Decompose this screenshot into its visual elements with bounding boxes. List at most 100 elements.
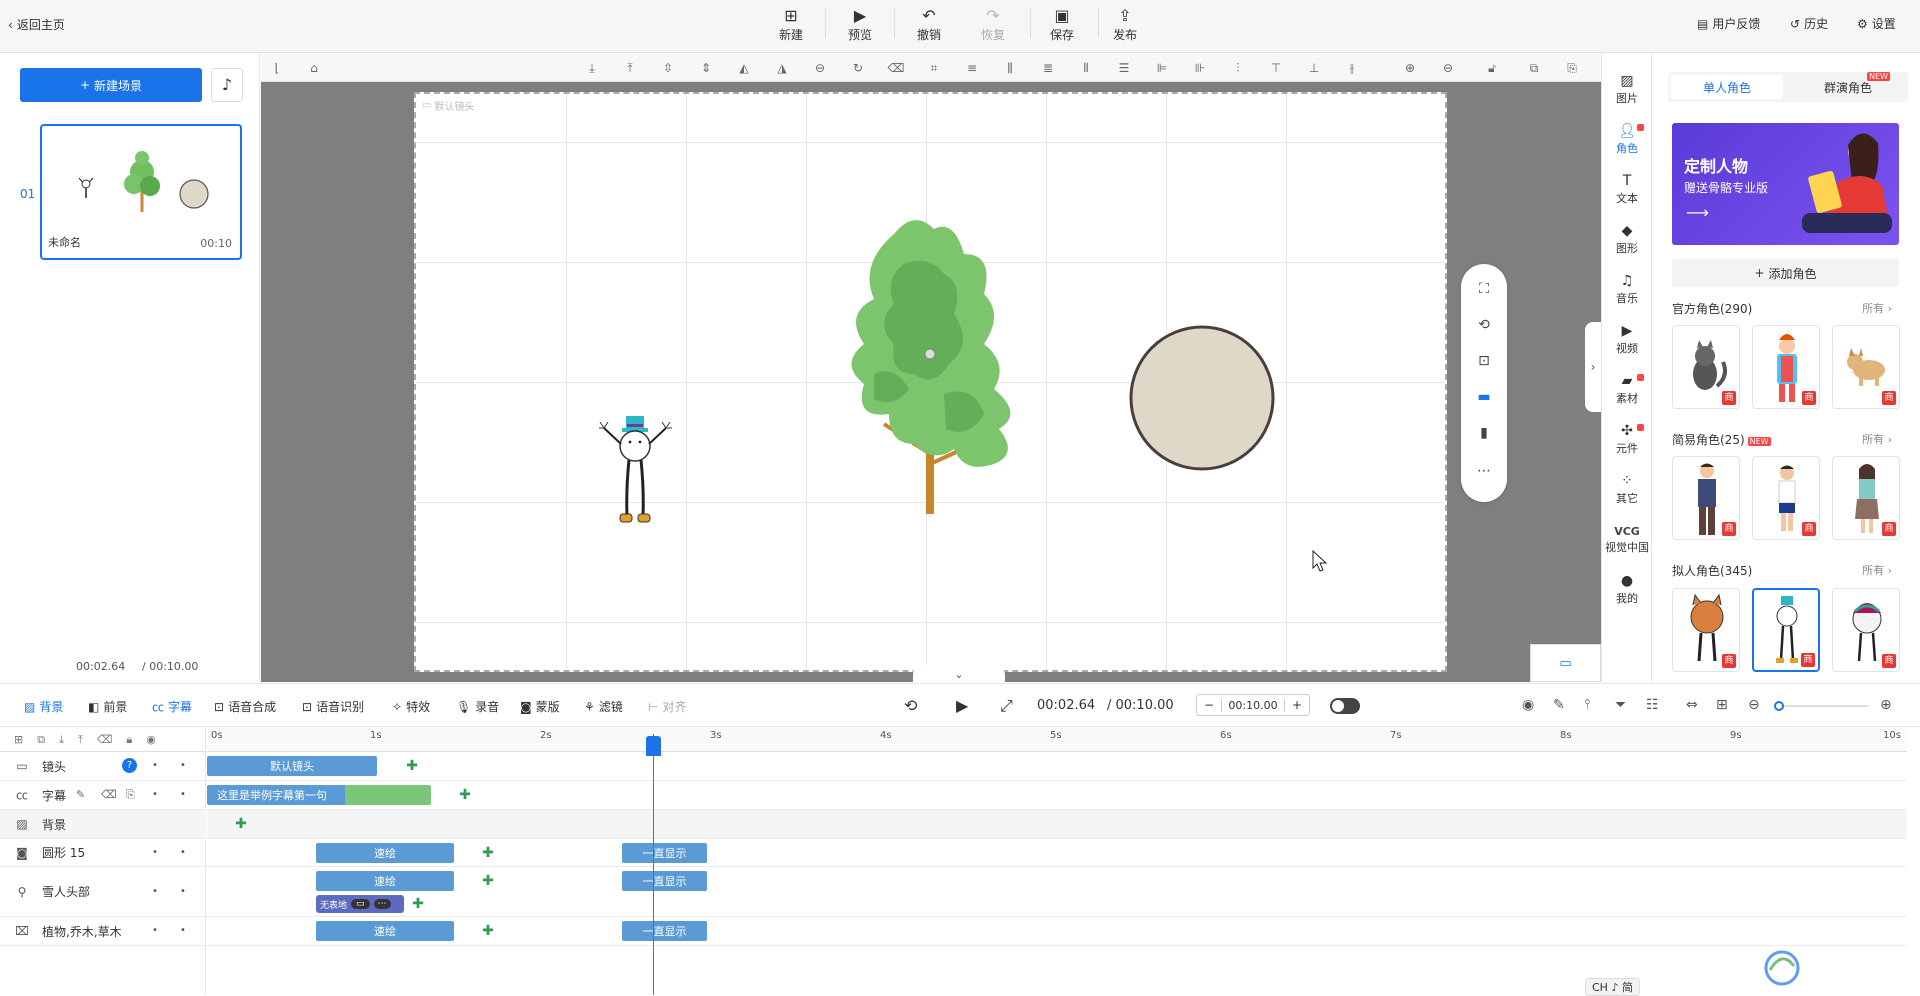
distribute-icon[interactable]: ⇕: [697, 59, 715, 77]
role-card-boy[interactable]: 商: [1752, 456, 1820, 540]
track-snowman[interactable]: ⚲ 雪人头部 • •: [0, 867, 206, 917]
tool-filter[interactable]: ⚘ 滤镜: [584, 698, 623, 715]
track-camera[interactable]: ▭ 镜头 ? • •: [0, 752, 206, 781]
bottom-align-icon[interactable]: ⊥: [1305, 59, 1323, 77]
scene-thumbnail[interactable]: 未命名 00:10: [40, 124, 242, 260]
duration-plus-button[interactable]: +: [1285, 698, 1309, 712]
add-track-icon[interactable]: ⊞: [14, 733, 23, 746]
more-icon[interactable]: ⋯: [1461, 460, 1507, 482]
dot-icon[interactable]: •: [180, 760, 186, 771]
history-button[interactable]: ↺ 历史: [1790, 15, 1828, 32]
rotate-icon[interactable]: ↻: [849, 59, 867, 77]
crop-icon[interactable]: ⌗: [925, 59, 943, 77]
category-component[interactable]: ✣ 元件: [1602, 418, 1652, 462]
speed-draw-clip[interactable]: 速绘: [316, 871, 454, 891]
subtitle-clip[interactable]: 这里是举例字幕第一句: [207, 785, 347, 805]
left-align-icon[interactable]: ⊫: [1153, 59, 1171, 77]
track-plant[interactable]: ⌧ 植物,乔木,草木 • •: [0, 917, 206, 946]
dot-icon[interactable]: •: [152, 925, 158, 936]
more-icon[interactable]: ⋯: [373, 899, 391, 909]
one-to-one-icon[interactable]: ⊞: [1716, 697, 1728, 713]
fit-timeline-icon[interactable]: ⇔: [1686, 697, 1698, 713]
move-up-icon[interactable]: ⤒: [78, 733, 83, 747]
track-background[interactable]: ▨ 背景: [0, 810, 206, 839]
edit-icon[interactable]: ✎: [1553, 697, 1565, 713]
align-center-icon[interactable]: ≣: [1039, 59, 1057, 77]
unlock-icon[interactable]: ⊡: [1461, 350, 1507, 372]
zoom-in-icon[interactable]: ⊕: [1880, 697, 1892, 713]
split-icon[interactable]: ⫯: [1584, 697, 1590, 713]
add-keyframe-icon[interactable]: ✚: [458, 788, 472, 802]
align-top-icon[interactable]: ⤒: [621, 59, 639, 77]
category-image[interactable]: ▨ 图片: [1602, 68, 1652, 112]
subtitle-clip-tail[interactable]: [345, 785, 431, 805]
tool-asr[interactable]: ⊡ 语音识别: [302, 698, 364, 715]
category-text[interactable]: T 文本: [1602, 168, 1652, 212]
middle-align-icon[interactable]: ⫲: [1343, 59, 1361, 77]
tab-single-role[interactable]: 单人角色: [1671, 75, 1783, 99]
add-keyframe-icon[interactable]: ✚: [411, 897, 425, 911]
zoom-out-icon[interactable]: ⊖: [1748, 697, 1760, 713]
lock-icon[interactable]: ⊖: [811, 59, 829, 77]
feedback-button[interactable]: ▤ 用户反馈: [1697, 15, 1760, 32]
toggle-switch[interactable]: [1330, 698, 1360, 714]
copy-icon[interactable]: ⧉: [1525, 59, 1543, 77]
right-align-icon[interactable]: ⊪: [1191, 59, 1209, 77]
new-button[interactable]: ⊞ 新建: [763, 6, 819, 48]
dot-icon[interactable]: •: [180, 886, 186, 897]
undo-button[interactable]: ↶ 撤销: [901, 6, 957, 48]
tool-mask[interactable]: ◙ 蒙版: [520, 698, 560, 715]
camera-snapshot-icon[interactable]: ◉: [1522, 697, 1534, 713]
dot-icon[interactable]: •: [152, 886, 158, 897]
add-keyframe-icon[interactable]: ✚: [234, 817, 248, 831]
import-icon[interactable]: ⎘: [126, 788, 135, 802]
help-icon[interactable]: ?: [122, 758, 137, 773]
play-button[interactable]: ▶: [956, 696, 968, 715]
speech-bubble-icon[interactable]: ▭: [351, 899, 370, 909]
tool-align[interactable]: ⊢ 对齐: [648, 698, 686, 715]
see-all-link[interactable]: 所有 ›: [1862, 300, 1892, 316]
time-ruler[interactable]: 0s 1s 2s 3s 4s 5s 6s 7s 8s 9s 10s: [207, 728, 1907, 752]
add-keyframe-icon[interactable]: ✚: [481, 874, 495, 888]
home-icon[interactable]: ⌂: [305, 59, 323, 77]
funnel-icon[interactable]: ⏷: [1615, 697, 1626, 713]
add-folder-icon[interactable]: ⧉: [37, 733, 45, 747]
duration-input[interactable]: 00:10.00: [1221, 698, 1285, 712]
circle-shape[interactable]: [1128, 324, 1278, 474]
snowman-character[interactable]: [596, 414, 676, 534]
unlock-icon[interactable]: 🔓︎: [1483, 59, 1501, 77]
align-left-icon[interactable]: ≡: [963, 59, 981, 77]
tool-foreground[interactable]: ◧ 前景: [88, 698, 127, 715]
add-keyframe-icon[interactable]: ✚: [481, 846, 495, 860]
speed-draw-clip[interactable]: 速绘: [316, 921, 454, 941]
align-bottom-icon[interactable]: ⤓: [583, 59, 601, 77]
expand-timeline-button[interactable]: ⌄: [913, 665, 1005, 683]
dot-icon[interactable]: •: [180, 925, 186, 936]
role-card-dog[interactable]: 商: [1832, 325, 1900, 409]
flip-v-icon[interactable]: ◮: [773, 59, 791, 77]
speed-draw-clip[interactable]: 速绘: [316, 843, 454, 863]
tool-background[interactable]: ▨ 背景: [24, 698, 63, 715]
eye-icon[interactable]: ◉: [146, 733, 156, 746]
center-align-icon[interactable]: ⫶: [1229, 59, 1247, 77]
tool-tts[interactable]: ⊡ 语音合成: [214, 698, 276, 715]
new-scene-button[interactable]: + 新建场景: [20, 68, 202, 102]
duration-minus-button[interactable]: −: [1197, 698, 1221, 712]
category-music[interactable]: ♫ 音乐: [1602, 268, 1652, 312]
category-character[interactable]: 👤︎ 角色: [1602, 118, 1652, 162]
see-all-link[interactable]: 所有 ›: [1862, 562, 1892, 578]
fullscreen-icon[interactable]: ⤢: [1000, 696, 1013, 716]
minimap-button[interactable]: ▭: [1530, 644, 1601, 682]
action-clip[interactable]: 无表地 ▭ ⋯: [316, 895, 404, 913]
fit-screen-icon[interactable]: ⛶: [1461, 278, 1507, 300]
mobile-icon[interactable]: ▮: [1461, 422, 1507, 444]
role-card-snowman[interactable]: 商: [1752, 588, 1820, 672]
lock-icon[interactable]: 🔒︎: [126, 733, 132, 747]
delete-icon[interactable]: ⌫: [101, 788, 117, 801]
space-h-icon[interactable]: ⦀: [1077, 59, 1095, 77]
zoom-slider-handle[interactable]: [1774, 701, 1784, 711]
track-subtitle[interactable]: ㏄ 字幕 ✎ ⌫ ⎘ • •: [0, 781, 206, 810]
stage-canvas[interactable]: ▭ 默认镜头: [414, 92, 1447, 672]
zoom-in-icon[interactable]: ⊕: [1401, 59, 1419, 77]
align-middle-icon[interactable]: ⇳: [659, 59, 677, 77]
